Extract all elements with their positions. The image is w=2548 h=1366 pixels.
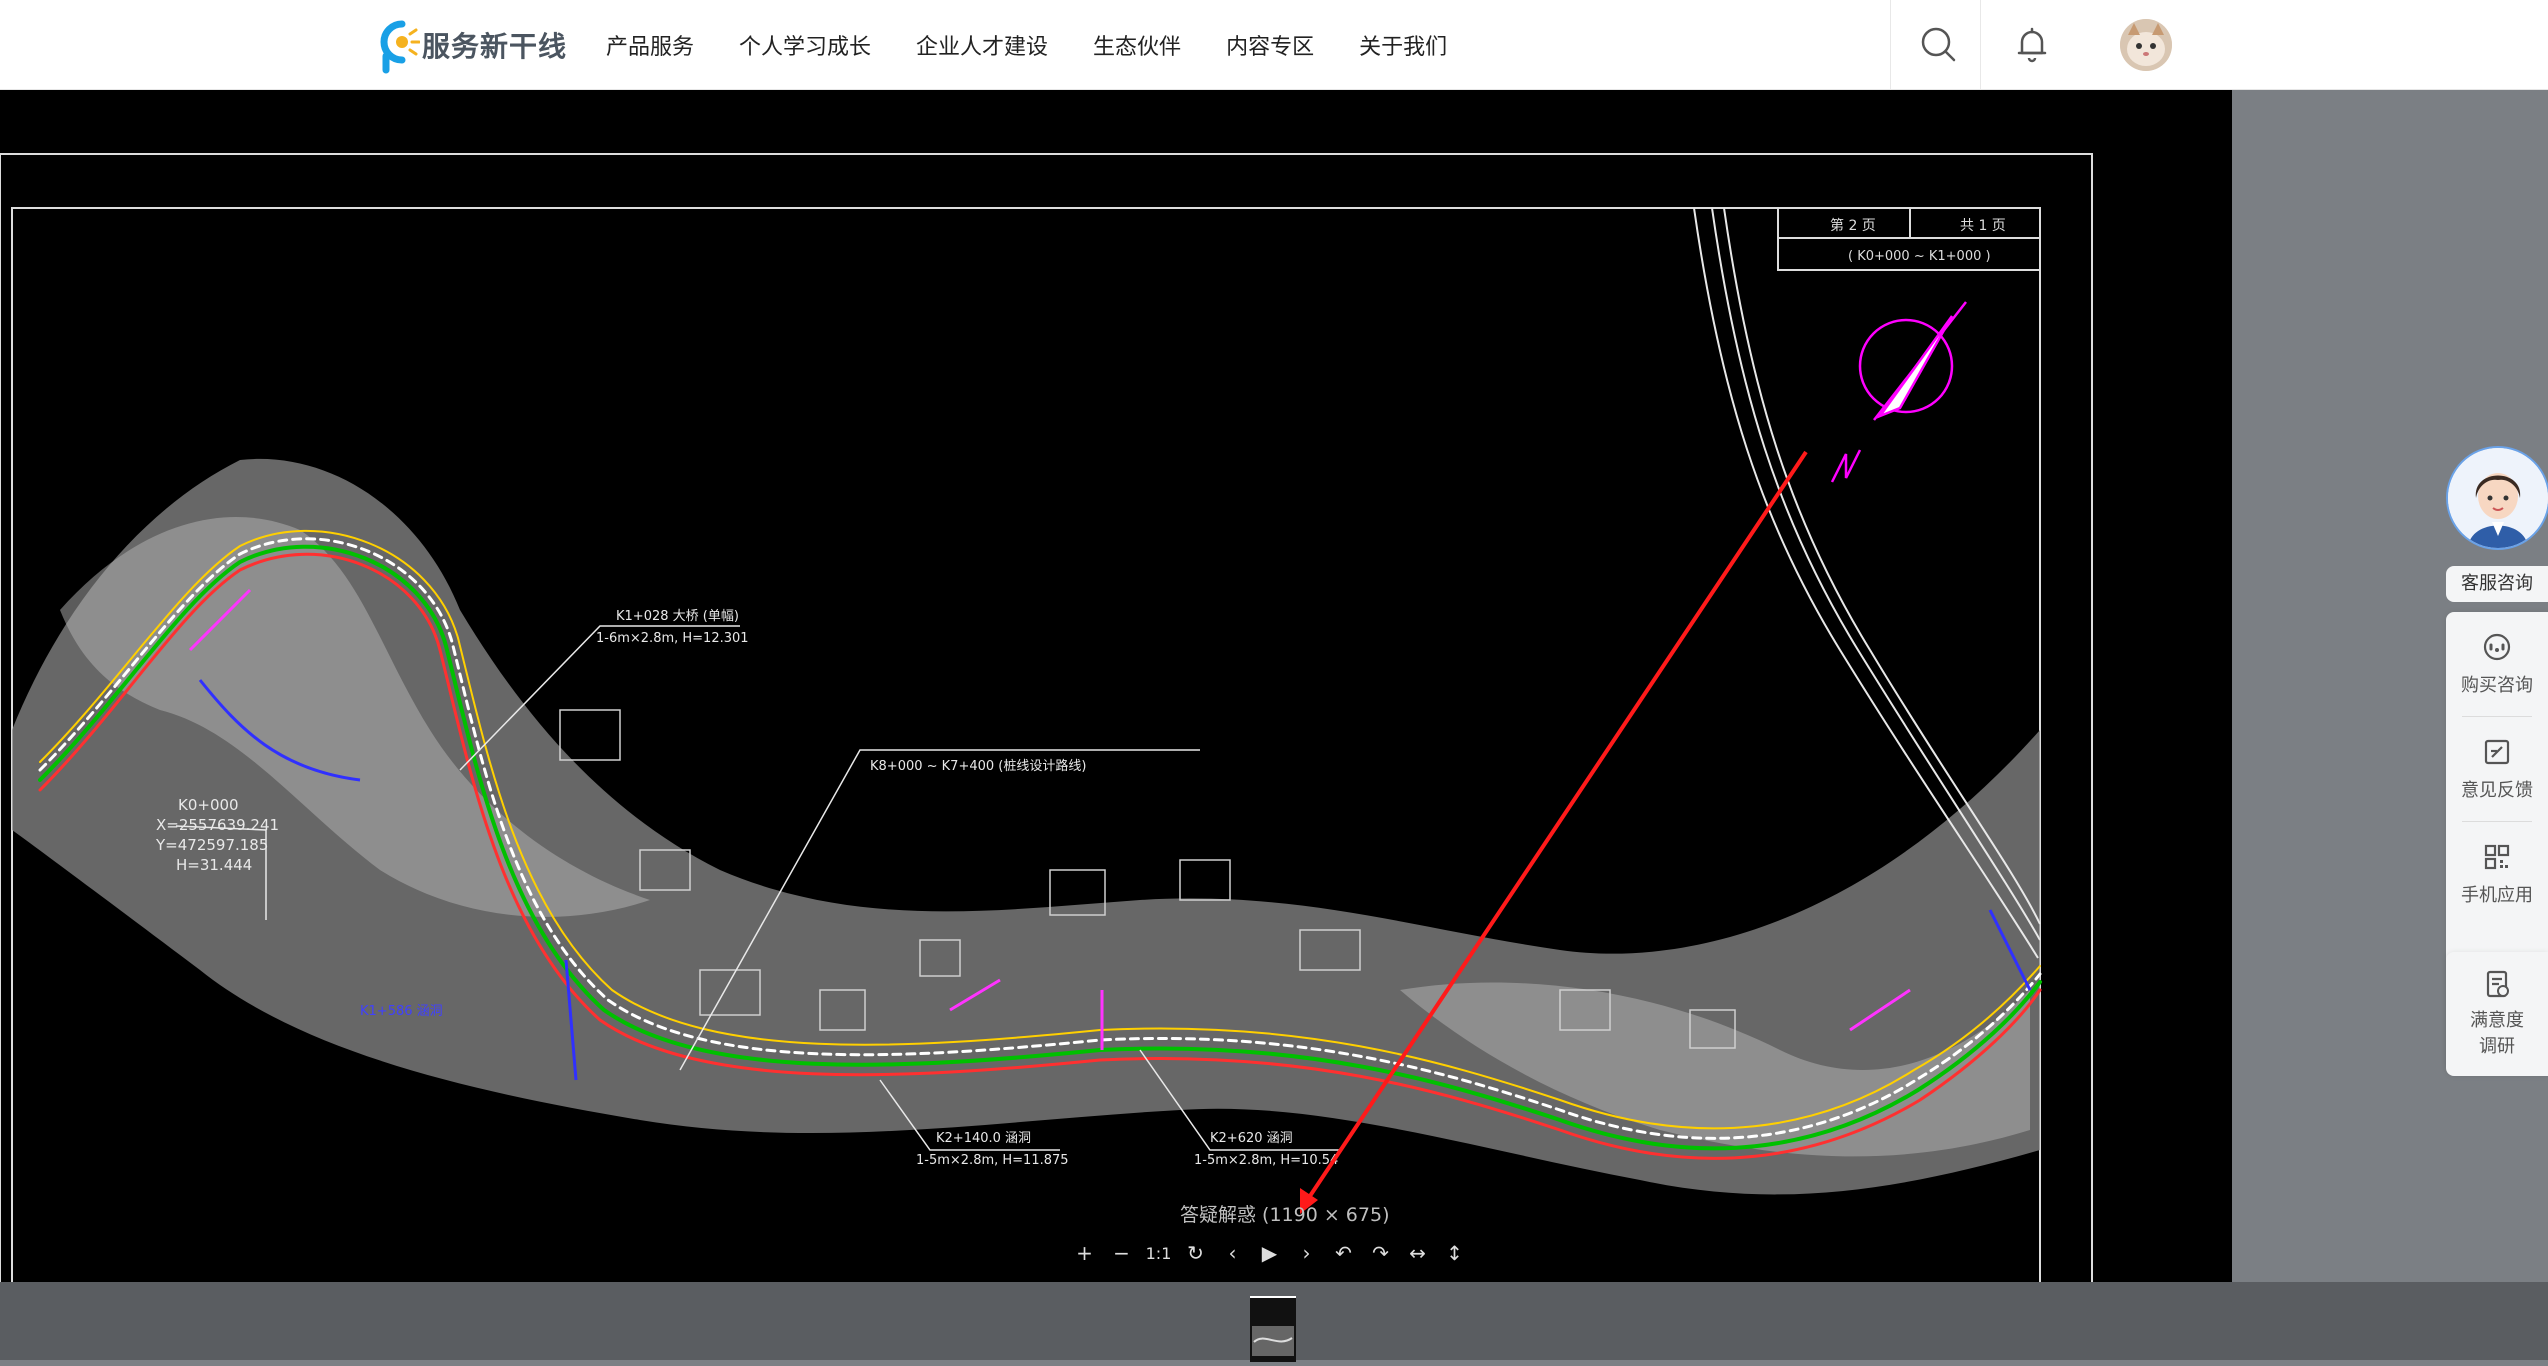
annotation-culvert-1-dims: 1-5m×2.8m, H=11.875 [916, 1153, 1069, 1168]
zoom-in-button[interactable]: + [1066, 1236, 1103, 1270]
reset-button[interactable]: ↻ [1177, 1236, 1214, 1270]
annotation-bridge: K1+028 大桥 (单幅) [616, 609, 739, 624]
logo-mark-icon [372, 16, 421, 74]
annotation-start-h: H=31.444 [176, 856, 252, 874]
nav-item-partners[interactable]: 生态伙伴 [1093, 29, 1181, 61]
rotate-left-button[interactable]: ↶ [1325, 1236, 1362, 1270]
survey-icon [2486, 970, 2509, 998]
rotate-right-button[interactable]: ↷ [1362, 1236, 1399, 1270]
side-survey-panel: 满意度调研 [2446, 952, 2548, 1076]
next-button[interactable]: › [1288, 1236, 1325, 1270]
image-viewer: 第 2 页 共 1 页 ( K0+000 ~ K1+000 ) K1+586 涵… [0, 90, 2232, 1335]
headset-icon [2483, 633, 2511, 661]
header-divider [1890, 0, 1891, 89]
viewer-toolbar: + −1:1 ↻ ‹ ▶ › ↶ ↷ ↔ ↕ [1066, 1236, 1473, 1270]
nav-item-enterprise-talent[interactable]: 企业人才建设 [916, 29, 1048, 61]
annotation-start-y: Y=472597.185 [155, 836, 268, 854]
annotation-alignment: K8+000 ~ K7+400 (桩线设计路线) [870, 758, 1086, 774]
side-item-survey[interactable]: 满意度调研 [2446, 952, 2548, 1076]
zoom-out-button[interactable]: − [1103, 1236, 1140, 1270]
side-item-label: 购买咨询 [2461, 675, 2533, 696]
annotation-culvert-1: K2+140.0 涵洞 [936, 1131, 1031, 1146]
qrcode-icon [2484, 844, 2510, 870]
nav-item-products[interactable]: 产品服务 [606, 29, 694, 61]
bell-icon[interactable] [2008, 20, 2056, 68]
side-item-label: 意见反馈 [2461, 780, 2533, 801]
blue-annotation: K1+586 涵洞 [360, 1004, 443, 1019]
title-block-page: 第 2 页 [1830, 217, 1876, 234]
customer-service-label[interactable]: 客服咨询 [2446, 566, 2548, 602]
title-block-total: 共 1 页 [1960, 218, 2006, 234]
edit-icon [2484, 739, 2510, 765]
play-button[interactable]: ▶ [1251, 1236, 1288, 1270]
side-item-label: 手机应用 [2461, 885, 2533, 906]
header-divider [1980, 0, 1981, 89]
title-block-range: ( K0+000 ~ K1+000 ) [1848, 249, 1991, 264]
flip-vertical-button[interactable]: ↕ [1436, 1236, 1473, 1270]
prev-button[interactable]: ‹ [1214, 1236, 1251, 1270]
logo-text: 服务新干线 [422, 30, 568, 63]
cad-road-plan-image: 第 2 页 共 1 页 ( K0+000 ~ K1+000 ) K1+586 涵… [0, 153, 2093, 1335]
annotation-culvert-2-dims: 1-5m×2.8m, H=10.54 [1194, 1153, 1338, 1168]
actual-size-button[interactable]: 1:1 [1140, 1236, 1177, 1270]
image-thumbnail[interactable] [1250, 1296, 1296, 1362]
nav-item-personal-growth[interactable]: 个人学习成长 [739, 29, 871, 61]
nav-item-about[interactable]: 关于我们 [1359, 29, 1447, 61]
flip-horizontal-button[interactable]: ↔ [1399, 1236, 1436, 1270]
annotation-bridge-dims: 1-6m×2.8m, H=12.301 [596, 631, 749, 646]
side-item-mobile-app[interactable]: 手机应用 [2446, 822, 2548, 926]
main-nav: 产品服务 个人学习成长 企业人才建设 生态伙伴 内容专区 关于我们 [606, 0, 1492, 89]
search-icon[interactable] [1914, 20, 1962, 68]
site-logo[interactable]: 服务新干线 [372, 16, 567, 74]
annotation-start-chainage: K0+000 [178, 796, 239, 814]
annotation-culvert-2: K2+620 涵洞 [1210, 1131, 1293, 1146]
side-item-label: 满意度调研 [2470, 1010, 2524, 1057]
nav-item-content[interactable]: 内容专区 [1226, 29, 1314, 61]
annotation-start-x: X=2557639.241 [156, 816, 279, 834]
customer-service-avatar[interactable] [2446, 446, 2548, 550]
image-caption: 答疑解惑 (1190 × 675) [1180, 1204, 1390, 1226]
side-item-purchase-consult[interactable]: 购买咨询 [2446, 612, 2548, 716]
top-navigation-bar: 服务新干线 产品服务 个人学习成长 企业人才建设 生态伙伴 内容专区 关于我们 [0, 0, 2548, 90]
side-item-feedback[interactable]: 意见反馈 [2446, 717, 2548, 821]
user-avatar[interactable] [2120, 19, 2172, 71]
